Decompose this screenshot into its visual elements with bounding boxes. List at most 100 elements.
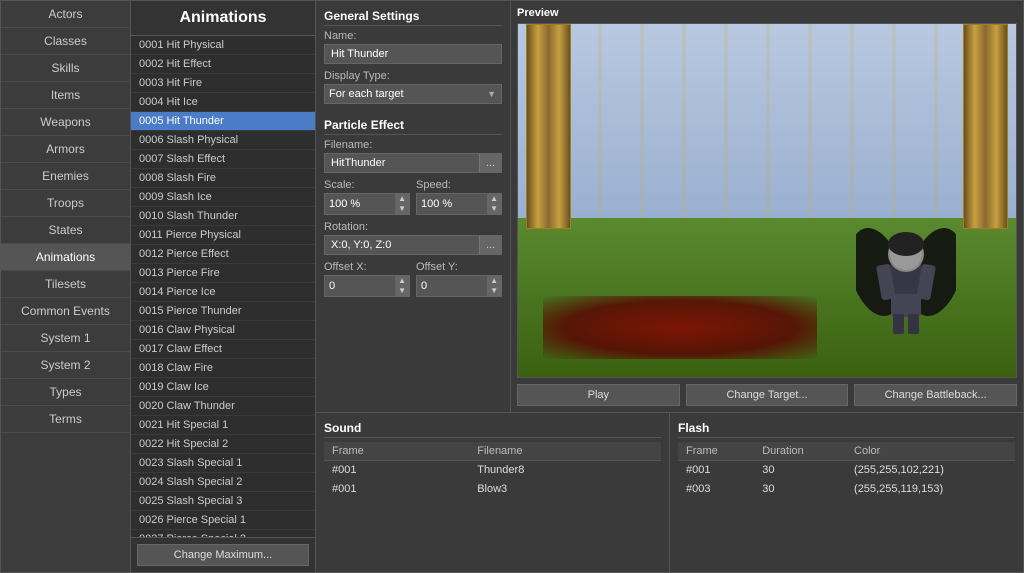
scale-value[interactable] (325, 196, 395, 212)
change-target-button[interactable]: Change Target... (686, 384, 849, 406)
rotation-input-wrapper: ... (324, 235, 502, 255)
filename-label: Filename: (324, 139, 502, 151)
preview-panel: Preview (511, 1, 1023, 412)
offset-x-input: ▲ ▼ (324, 275, 410, 297)
list-item[interactable]: 0022 Hit Special 2 (131, 435, 315, 454)
sidebar-item-actors[interactable]: Actors (1, 1, 130, 28)
flash-frame: #001 (678, 461, 754, 480)
sidebar-item-armors[interactable]: Armors (1, 136, 130, 163)
sound-filename: Thunder8 (469, 461, 661, 480)
speed-down-button[interactable]: ▼ (487, 204, 501, 214)
list-footer: Change Maximum... (131, 537, 315, 572)
sidebar-item-skills[interactable]: Skills (1, 55, 130, 82)
sound-table-row[interactable]: #001Blow3 (324, 480, 661, 499)
sidebar-item-weapons[interactable]: Weapons (1, 109, 130, 136)
flash-col-color: Color (846, 442, 1015, 461)
sidebar-item-system2[interactable]: System 2 (1, 352, 130, 379)
scale-input: ▲ ▼ (324, 193, 410, 215)
list-item[interactable]: 0026 Pierce Special 1 (131, 511, 315, 530)
change-battleback-button[interactable]: Change Battleback... (854, 384, 1017, 406)
list-item[interactable]: 0023 Slash Special 1 (131, 454, 315, 473)
sidebar-item-enemies[interactable]: Enemies (1, 163, 130, 190)
rotation-block: Rotation: ... (324, 221, 502, 255)
list-item[interactable]: 0027 Pierce Special 2 (131, 530, 315, 537)
list-title: Animations (131, 1, 315, 36)
name-input[interactable] (324, 44, 502, 64)
offset-y-down-button[interactable]: ▼ (487, 286, 501, 296)
flash-table: Frame Duration Color #00130(255,255,102,… (678, 442, 1015, 499)
sidebar-item-troops[interactable]: Troops (1, 190, 130, 217)
list-item[interactable]: 0017 Claw Effect (131, 340, 315, 359)
sidebar-item-animations[interactable]: Animations (1, 244, 130, 271)
list-item[interactable]: 0008 Slash Fire (131, 169, 315, 188)
scale-col: Scale: ▲ ▼ (324, 179, 410, 215)
offset-x-down-button[interactable]: ▼ (395, 286, 409, 296)
sidebar-item-items[interactable]: Items (1, 82, 130, 109)
sound-table-header-row: Frame Filename (324, 442, 661, 461)
flash-table-header-row: Frame Duration Color (678, 442, 1015, 461)
list-item[interactable]: 0006 Slash Physical (131, 131, 315, 150)
offset-x-up-button[interactable]: ▲ (395, 276, 409, 286)
flash-panel: Flash Frame Duration Color #00130(255,25… (670, 413, 1023, 572)
list-item[interactable]: 0014 Pierce Ice (131, 283, 315, 302)
change-maximum-button[interactable]: Change Maximum... (137, 544, 309, 566)
display-type-select[interactable]: For each targetWhole screenFor center (324, 84, 502, 104)
flash-table-row[interactable]: #00330(255,255,119,153) (678, 480, 1015, 499)
sidebar-item-classes[interactable]: Classes (1, 28, 130, 55)
list-item[interactable]: 0018 Claw Fire (131, 359, 315, 378)
list-item[interactable]: 0001 Hit Physical (131, 36, 315, 55)
filename-input[interactable] (325, 154, 479, 172)
flash-header: Flash (678, 421, 1015, 438)
offset-y-label: Offset Y: (416, 261, 502, 273)
scale-up-button[interactable]: ▲ (395, 194, 409, 204)
list-item[interactable]: 0007 Slash Effect (131, 150, 315, 169)
speed-value[interactable] (417, 196, 487, 212)
sidebar-item-states[interactable]: States (1, 217, 130, 244)
sidebar-item-common-events[interactable]: Common Events (1, 298, 130, 325)
rotation-dots-button[interactable]: ... (479, 236, 501, 254)
list-item[interactable]: 0015 Pierce Thunder (131, 302, 315, 321)
offset-x-label: Offset X: (324, 261, 410, 273)
list-item[interactable]: 0003 Hit Fire (131, 74, 315, 93)
offset-y-up-button[interactable]: ▲ (487, 276, 501, 286)
offset-y-value[interactable] (417, 278, 487, 294)
list-item[interactable]: 0011 Pierce Physical (131, 226, 315, 245)
scale-spinners: ▲ ▼ (395, 194, 409, 214)
sidebar-item-tilesets[interactable]: Tilesets (1, 271, 130, 298)
sidebar-item-types[interactable]: Types (1, 379, 130, 406)
list-item[interactable]: 0025 Slash Special 3 (131, 492, 315, 511)
sidebar-item-system1[interactable]: System 1 (1, 325, 130, 352)
rotation-label: Rotation: (324, 221, 502, 233)
list-item[interactable]: 0009 Slash Ice (131, 188, 315, 207)
list-item[interactable]: 0020 Claw Thunder (131, 397, 315, 416)
play-button[interactable]: Play (517, 384, 680, 406)
character-sprite (856, 202, 956, 342)
speed-input: ▲ ▼ (416, 193, 502, 215)
preview-blood-pool (543, 296, 817, 360)
list-item[interactable]: 0016 Claw Physical (131, 321, 315, 340)
sound-header: Sound (324, 421, 661, 438)
rotation-input[interactable] (325, 236, 479, 254)
offset-y-spinners: ▲ ▼ (487, 276, 501, 296)
name-label: Name: (324, 30, 502, 42)
scale-down-button[interactable]: ▼ (395, 204, 409, 214)
settings-panel: General Settings Name: Display Type: For… (316, 1, 511, 412)
sound-table-row[interactable]: #001Thunder8 (324, 461, 661, 480)
list-item[interactable]: 0024 Slash Special 2 (131, 473, 315, 492)
list-item[interactable]: 0002 Hit Effect (131, 55, 315, 74)
list-scroll[interactable]: 0001 Hit Physical0002 Hit Effect0003 Hit… (131, 36, 315, 537)
speed-col: Speed: ▲ ▼ (416, 179, 502, 215)
list-item[interactable]: 0019 Claw Ice (131, 378, 315, 397)
offset-x-value[interactable] (325, 278, 395, 294)
list-item[interactable]: 0012 Pierce Effect (131, 245, 315, 264)
list-item[interactable]: 0010 Slash Thunder (131, 207, 315, 226)
speed-up-button[interactable]: ▲ (487, 194, 501, 204)
list-item[interactable]: 0004 Hit Ice (131, 93, 315, 112)
content-area: General Settings Name: Display Type: For… (316, 1, 1023, 572)
filename-dots-button[interactable]: ... (479, 154, 501, 172)
sidebar-item-terms[interactable]: Terms (1, 406, 130, 433)
flash-table-row[interactable]: #00130(255,255,102,221) (678, 461, 1015, 480)
list-item[interactable]: 0005 Hit Thunder (131, 112, 315, 131)
list-item[interactable]: 0021 Hit Special 1 (131, 416, 315, 435)
list-item[interactable]: 0013 Pierce Fire (131, 264, 315, 283)
